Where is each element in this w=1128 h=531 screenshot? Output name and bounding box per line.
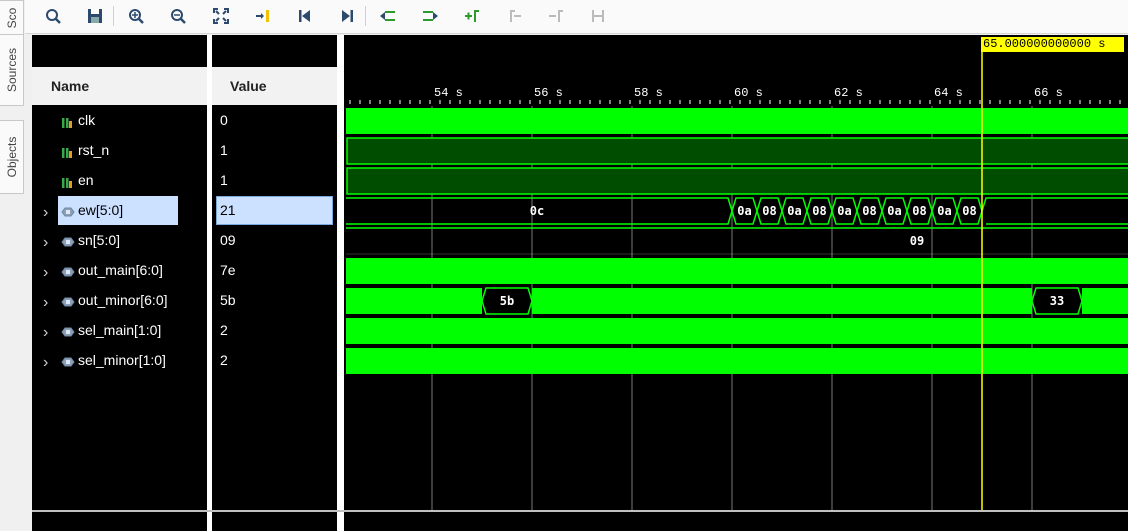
bus-value-label: 08 xyxy=(962,204,976,218)
bus-value-label: 0a xyxy=(787,204,801,218)
waveform-toolbar xyxy=(25,0,1128,34)
go-to-end-icon[interactable] xyxy=(334,4,360,28)
name-header-label: Name xyxy=(51,78,90,94)
signal-value: 5b xyxy=(220,292,236,308)
bus-signal-icon xyxy=(61,265,75,277)
value-header-label: Value xyxy=(230,78,267,94)
bus-value-label: 08 xyxy=(812,204,826,218)
signal-value: 1 xyxy=(220,172,228,188)
tab-sources[interactable]: Sources xyxy=(0,34,24,106)
signal-name[interactable]: en xyxy=(78,172,94,188)
swap-cursors-icon xyxy=(585,4,611,28)
bus-signal-icon xyxy=(61,325,75,337)
sel-minor-wave xyxy=(346,348,1128,374)
value-column-header[interactable]: Value xyxy=(212,67,337,105)
signal-name[interactable]: sn[5:0] xyxy=(78,232,120,248)
side-tab-bar: Sco Sources Objects xyxy=(0,0,25,531)
tab-objects[interactable]: Objects xyxy=(0,120,24,194)
bus-value-label: 33 xyxy=(1050,294,1064,308)
bus-signal-icon xyxy=(61,355,75,367)
signal-name[interactable]: sel_main[1:0] xyxy=(78,322,161,338)
bus-value-label: 08 xyxy=(862,204,876,218)
signal-name[interactable]: clk xyxy=(78,112,95,128)
signal-name[interactable]: ew[5:0] xyxy=(78,202,123,218)
expand-chevron-icon[interactable]: › xyxy=(43,354,48,372)
signal-value: 09 xyxy=(220,232,236,248)
go-to-cursor-icon[interactable] xyxy=(250,4,276,28)
bus-value-label: 08 xyxy=(912,204,926,218)
out-minor-wave xyxy=(1082,288,1128,314)
ew-segment xyxy=(981,197,1128,225)
go-to-start-icon[interactable] xyxy=(292,4,318,28)
level-wave xyxy=(346,167,1128,195)
timeline-tick-label: 64 s xyxy=(934,86,963,100)
signal-value: 2 xyxy=(220,352,228,368)
expand-chevron-icon[interactable]: › xyxy=(43,204,48,222)
bus-value-label: 0a xyxy=(887,204,901,218)
out-main-wave xyxy=(346,258,1128,284)
value-wave-splitter[interactable] xyxy=(337,35,344,531)
signal-name[interactable]: out_main[6:0] xyxy=(78,262,163,278)
bus-signal-icon xyxy=(61,205,75,217)
signal-value: 7e xyxy=(220,262,236,278)
timeline-tick-label: 62 s xyxy=(834,86,863,100)
signal-value: 1 xyxy=(220,142,228,158)
bus-value-label: 0a xyxy=(937,204,951,218)
bus-value-label: 08 xyxy=(762,204,776,218)
signal-value: 21 xyxy=(220,202,236,218)
save-icon[interactable] xyxy=(82,4,108,28)
bus-value-label: 0a xyxy=(737,204,751,218)
expand-chevron-icon[interactable]: › xyxy=(43,294,48,312)
next-transition-icon[interactable] xyxy=(417,4,443,28)
sel-main-wave xyxy=(346,318,1128,344)
signal-name[interactable]: out_minor[6:0] xyxy=(78,292,168,308)
timeline-tick-label: 54 s xyxy=(434,86,463,100)
expand-chevron-icon[interactable]: › xyxy=(43,324,48,342)
expand-chevron-icon[interactable]: › xyxy=(43,264,48,282)
clk-wave xyxy=(346,108,1128,134)
add-marker-icon[interactable] xyxy=(459,4,485,28)
bus-signal-icon xyxy=(61,295,75,307)
signal-value: 0 xyxy=(220,112,228,128)
bus-value-label: 0a xyxy=(837,204,851,218)
signal-name[interactable]: sel_minor[1:0] xyxy=(78,352,166,368)
timeline-tick-label: 56 s xyxy=(534,86,563,100)
previous-transition-icon[interactable] xyxy=(375,4,401,28)
search-icon[interactable] xyxy=(40,4,66,28)
bit-signal-icon xyxy=(61,115,73,128)
signal-name[interactable]: rst_n xyxy=(78,142,109,158)
waveform-pane[interactable]: 0c 0a 08 0a 08 0a 08 0a 08 0a 08 09 5b 33 xyxy=(346,35,1128,510)
out-minor-wave xyxy=(532,288,1032,314)
out-minor-wave xyxy=(346,288,482,314)
bit-signal-icon xyxy=(61,175,73,188)
zoom-in-icon[interactable] xyxy=(123,4,149,28)
cursor-time-label[interactable]: 65.000000000000 s xyxy=(981,37,1124,52)
zoom-out-icon[interactable] xyxy=(165,4,191,28)
expand-chevron-icon[interactable]: › xyxy=(43,234,48,252)
signal-value: 2 xyxy=(220,322,228,338)
timeline-tick-label: 60 s xyxy=(734,86,763,100)
tab-sources-label: Sources xyxy=(5,47,19,93)
tab-objects-label: Objects xyxy=(5,136,19,178)
bus-value-label: 09 xyxy=(910,234,924,248)
bus-value-label: 5b xyxy=(500,294,514,308)
timeline-tick-label: 66 s xyxy=(1034,86,1063,100)
bottom-divider xyxy=(32,510,1128,512)
level-wave xyxy=(346,137,1128,165)
timeline-tick-label: 58 s xyxy=(634,86,663,100)
name-column-header[interactable]: Name xyxy=(32,67,207,105)
bus-signal-icon xyxy=(61,235,75,247)
zoom-fit-icon[interactable] xyxy=(208,4,234,28)
bit-signal-icon xyxy=(61,145,73,158)
bus-value-label: 0c xyxy=(530,204,544,218)
previous-marker-icon xyxy=(501,4,527,28)
name-value-splitter[interactable] xyxy=(207,35,212,531)
next-marker-icon xyxy=(543,4,569,28)
